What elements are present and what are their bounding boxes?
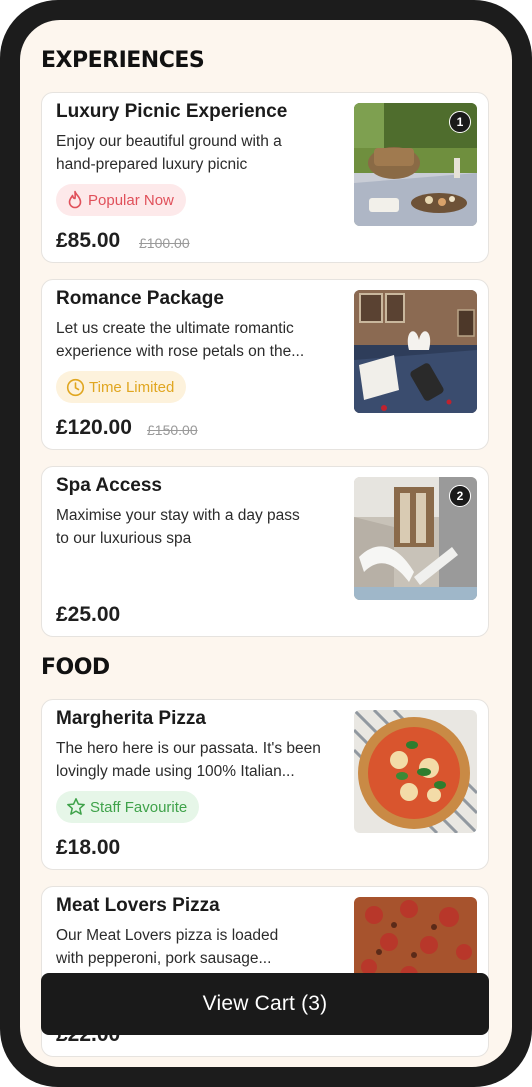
product-image-spa[interactable]: 2 <box>354 477 477 600</box>
staff-favourite-badge: Staff Favourite <box>56 791 200 823</box>
product-title: Spa Access <box>56 475 162 496</box>
product-card-spa-access[interactable]: Spa Access Maximise your stay with a day… <box>41 466 489 637</box>
original-price: £100.00 <box>139 235 190 251</box>
margherita-photo <box>354 710 477 833</box>
section-title-food: FOOD <box>41 655 110 680</box>
product-price: £25.00 <box>56 603 121 626</box>
product-title: Meat Lovers Pizza <box>56 895 220 916</box>
product-description: The hero here is our passata. It's been … <box>56 740 321 780</box>
product-description: Maximise your stay with a day pass to ou… <box>56 507 300 547</box>
clock-icon <box>66 378 85 396</box>
flame-icon <box>68 190 82 209</box>
view-cart-button[interactable]: View Cart (3) <box>41 973 489 1035</box>
product-card-romance-package[interactable]: Romance Package Let us create the ultima… <box>41 279 489 450</box>
romance-photo <box>354 290 477 413</box>
product-price: £18.00 <box>56 836 121 859</box>
product-card-luxury-picnic[interactable]: Luxury Picnic Experience Enjoy our beaut… <box>41 92 489 263</box>
time-limited-badge: Time Limited <box>56 371 187 403</box>
popular-now-badge: Popular Now <box>56 184 186 216</box>
device-frame: EXPERIENCES Luxury Picnic Experience Enj… <box>0 0 532 1087</box>
product-card-margherita-pizza[interactable]: Margherita Pizza The hero here is our pa… <box>41 699 489 870</box>
product-image-picnic[interactable]: 1 <box>354 103 477 226</box>
product-title: Margherita Pizza <box>56 708 206 729</box>
section-title-experiences: EXPERIENCES <box>41 48 205 73</box>
app-screen: EXPERIENCES Luxury Picnic Experience Enj… <box>20 20 512 1067</box>
star-icon <box>67 798 85 815</box>
product-image-romance[interactable] <box>354 290 477 413</box>
product-description: Let us create the ultimate romantic expe… <box>56 320 305 360</box>
product-title: Romance Package <box>56 288 224 309</box>
cart-count-badge: 1 <box>449 111 471 133</box>
product-image-margherita[interactable] <box>354 710 477 833</box>
product-price: £120.00 <box>56 416 132 439</box>
cart-count-badge: 2 <box>449 485 471 507</box>
product-description: Our Meat Lovers pizza is loaded with pep… <box>56 927 279 967</box>
product-price: £85.00 <box>56 229 121 252</box>
product-title: Luxury Picnic Experience <box>56 101 288 122</box>
original-price: £150.00 <box>147 422 198 438</box>
product-description: Enjoy our beautiful ground with a hand-p… <box>56 133 282 173</box>
